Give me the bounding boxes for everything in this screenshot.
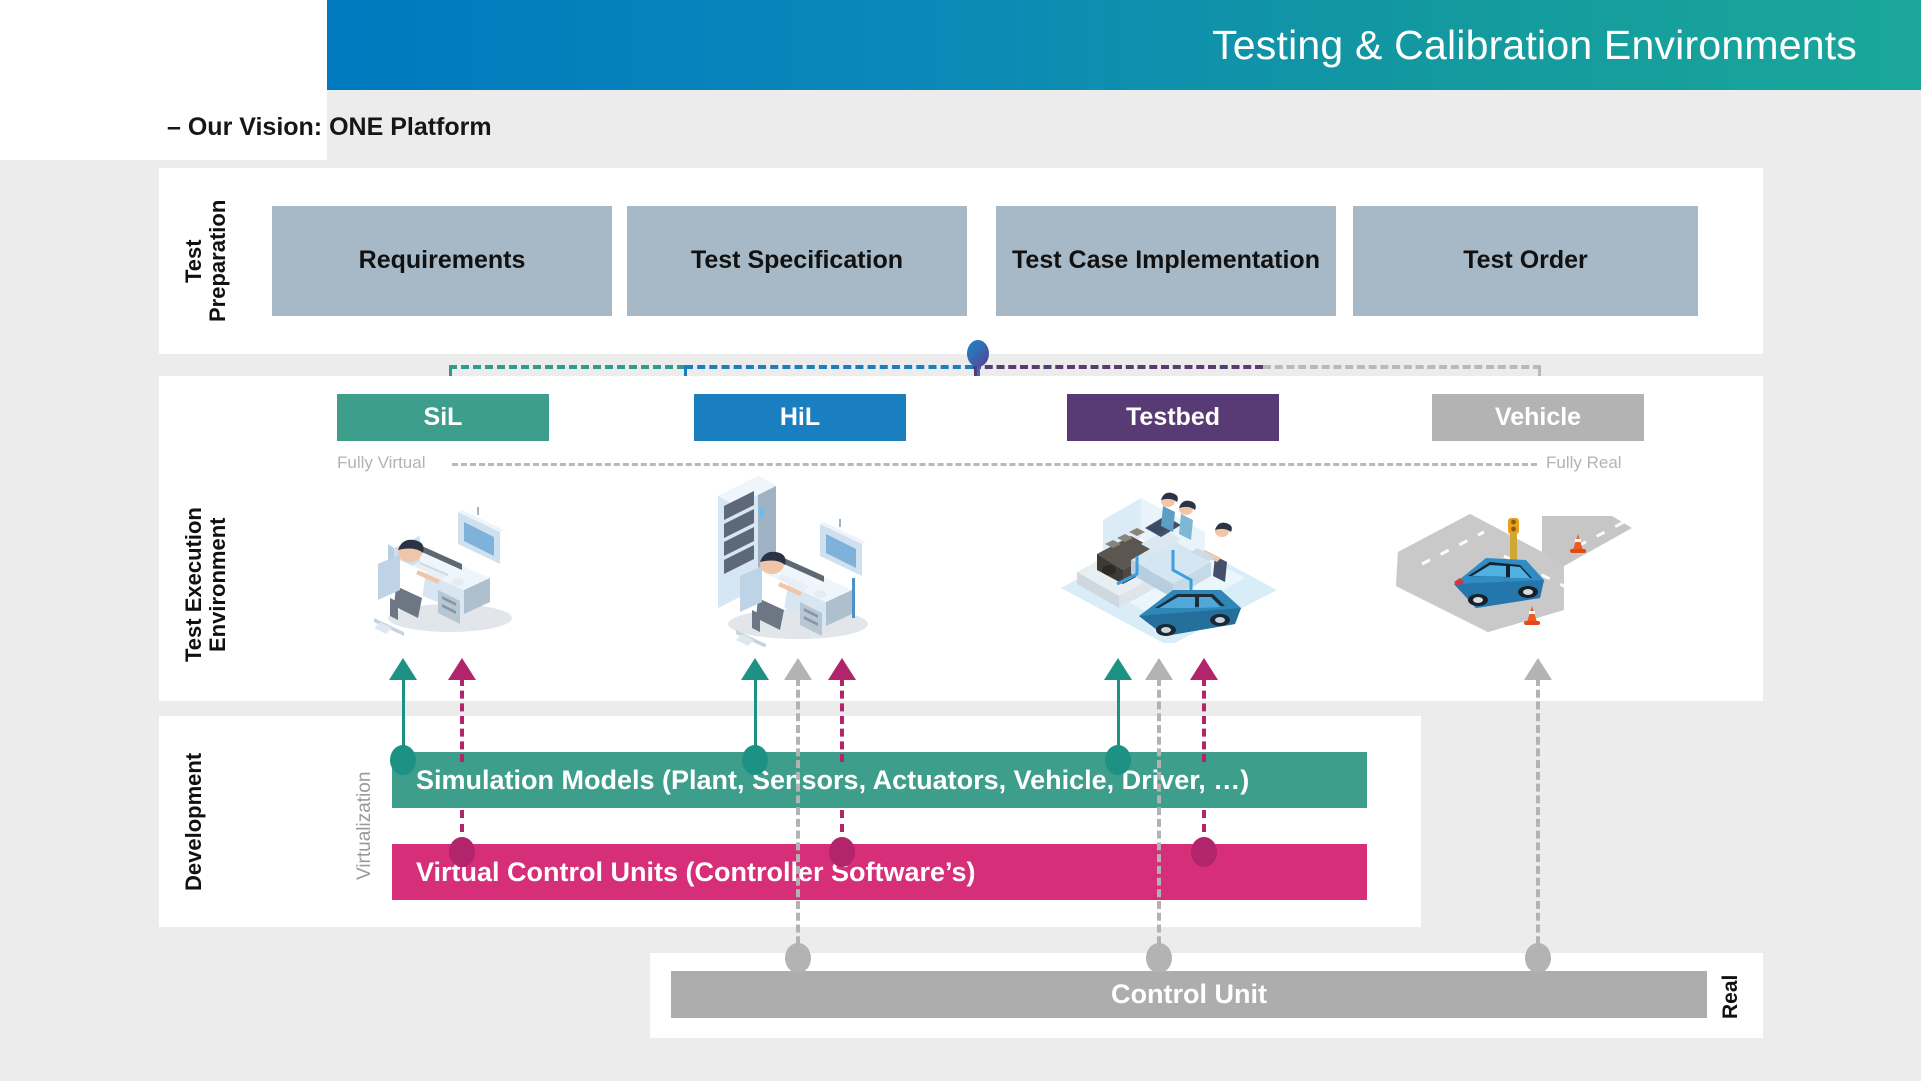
- tab-testbed[interactable]: Testbed: [1067, 394, 1279, 441]
- page-subtitle: – Our Vision: ONE Platform: [167, 113, 492, 141]
- flow-dot-sil-sim: [390, 745, 416, 775]
- flow-line-sil-vcu-lower: [460, 810, 464, 846]
- flow-dot-vehicle-real: [1525, 943, 1551, 973]
- scale-label-fully-virtual: Fully Virtual: [337, 453, 426, 472]
- flow-arrow-testbed-sim: [1104, 658, 1132, 680]
- flow-arrow-testbed-vcu: [1190, 658, 1218, 680]
- flow-arrow-vehicle-real: [1524, 658, 1552, 680]
- flow-dot-hil-vcu: [829, 837, 855, 867]
- illustration-testbed: [1045, 478, 1290, 643]
- illustration-sil-workstation: [360, 490, 525, 640]
- scale-dashed-line: [452, 463, 1537, 466]
- flow-line-testbed-real: [1157, 678, 1161, 956]
- tab-hil[interactable]: HiL: [694, 394, 906, 441]
- development-label: Development: [181, 752, 206, 891]
- flow-arrow-hil-vcu: [828, 658, 856, 680]
- platform-node-dot: [967, 340, 989, 367]
- tab-vehicle[interactable]: Vehicle: [1432, 394, 1644, 441]
- connector-segment-testbed: [973, 365, 1263, 369]
- real-label: Real: [1719, 974, 1742, 1020]
- connector-segment-vehicle: [1263, 365, 1541, 369]
- prep-box-requirements[interactable]: Requirements: [272, 206, 612, 316]
- bar-virtual-control-units[interactable]: Virtual Control Units (Controller Softwa…: [392, 844, 1367, 900]
- illustration-vehicle-road: [1392, 508, 1637, 636]
- page-title: Testing & Calibration Environments: [1212, 21, 1857, 68]
- virtualization-axis-label: Virtualization: [354, 771, 375, 881]
- connector-segment-sil: [449, 365, 685, 369]
- test-preparation-label: Test Preparation: [181, 199, 230, 323]
- flow-arrow-hil-sim: [741, 658, 769, 680]
- flow-dot-testbed-sim: [1105, 745, 1131, 775]
- flow-line-hil-real: [796, 678, 800, 956]
- flow-line-vehicle-real: [1536, 678, 1540, 956]
- flow-dot-testbed-real: [1146, 943, 1172, 973]
- scale-label-fully-real: Fully Real: [1546, 453, 1622, 472]
- bar-control-unit[interactable]: Control Unit: [671, 971, 1707, 1018]
- flow-dot-hil-real: [785, 943, 811, 973]
- flow-arrow-sil-sim: [389, 658, 417, 680]
- illustration-hil-server-desk: [700, 462, 890, 647]
- test-execution-label: Test Execution Environment: [181, 507, 230, 663]
- flow-line-testbed-vcu: [1202, 678, 1206, 762]
- header-bar: Testing & Calibration Environments: [327, 0, 1921, 90]
- bar-simulation-models[interactable]: Simulation Models (Plant, Sensors, Actua…: [392, 752, 1367, 808]
- flow-dot-hil-sim: [742, 745, 768, 775]
- connector-segment-hil: [685, 365, 973, 369]
- prep-box-test-specification[interactable]: Test Specification: [627, 206, 967, 316]
- flow-arrow-sil-vcu: [448, 658, 476, 680]
- prep-box-test-case-implementation[interactable]: Test Case Implementation: [996, 206, 1336, 316]
- flow-line-sil-vcu: [460, 678, 464, 762]
- flow-dot-testbed-vcu: [1191, 837, 1217, 867]
- flow-arrow-hil-real: [784, 658, 812, 680]
- prep-box-test-order[interactable]: Test Order: [1353, 206, 1698, 316]
- flow-arrow-testbed-real: [1145, 658, 1173, 680]
- slide-canvas: Testing & Calibration Environments – Our…: [0, 0, 1921, 1081]
- tab-sil[interactable]: SiL: [337, 394, 549, 441]
- flow-line-hil-vcu: [840, 678, 844, 762]
